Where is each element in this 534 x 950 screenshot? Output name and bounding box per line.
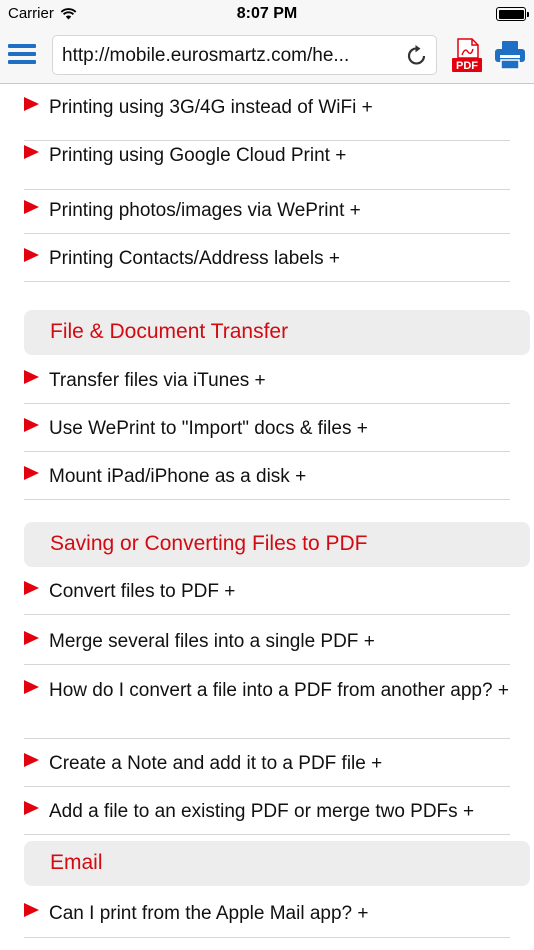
list-item[interactable]: Add a file to an existing PDF or merge t…: [24, 799, 510, 835]
red-arrow-icon: [24, 581, 39, 595]
pdf-icon-label: PDF: [456, 60, 478, 72]
red-arrow-icon: [24, 200, 39, 214]
url-text: http://mobile.eurosmartz.com/he...: [62, 45, 350, 66]
red-arrow-icon: [24, 418, 39, 432]
list-item[interactable]: Merge several files into a single PDF +: [24, 629, 510, 665]
help-content: Printing using 3G/4G instead of WiFi + P…: [0, 85, 534, 950]
status-bar: Carrier 8:07 PM: [0, 0, 534, 28]
section-header-saving-pdf: Saving or Converting Files to PDF: [24, 522, 530, 567]
list-item[interactable]: Can I print from the Apple Mail app? +: [24, 901, 510, 938]
browser-toolbar: http://mobile.eurosmartz.com/he... PDF: [0, 28, 534, 84]
section-title: Saving or Converting Files to PDF: [50, 532, 368, 555]
list-item[interactable]: How do I convert a file into a PDF from …: [24, 677, 510, 739]
red-arrow-icon: [24, 97, 39, 111]
section-title: File & Document Transfer: [50, 320, 289, 343]
red-arrow-icon: [24, 903, 39, 917]
list-item[interactable]: Mount iPad/iPhone as a disk +: [24, 464, 510, 500]
red-arrow-icon: [24, 631, 39, 645]
status-time: 8:07 PM: [236, 5, 298, 22]
red-arrow-icon: [24, 466, 39, 480]
section-title: Email: [50, 851, 103, 874]
pdf-export-icon[interactable]: PDF: [452, 38, 482, 72]
list-item[interactable]: Transfer files via iTunes +: [24, 368, 510, 404]
list-item[interactable]: Printing photos/images via WePrint +: [24, 198, 510, 234]
red-arrow-icon: [24, 753, 39, 767]
hamburger-menu-icon[interactable]: [8, 42, 36, 66]
battery-icon: [496, 7, 529, 21]
list-item[interactable]: Convert files to PDF +: [24, 579, 510, 615]
list-item[interactable]: Printing Contacts/Address labels +: [24, 246, 510, 282]
red-arrow-icon: [24, 248, 39, 262]
list-item[interactable]: Printing using 3G/4G instead of WiFi +: [24, 95, 510, 141]
section-header-file-transfer: File & Document Transfer: [24, 310, 530, 355]
list-item[interactable]: Create a Note and add it to a PDF file +: [24, 751, 510, 787]
printer-icon[interactable]: [494, 40, 526, 70]
list-item[interactable]: Use WePrint to "Import" docs & files +: [24, 416, 510, 452]
reload-icon[interactable]: [404, 43, 430, 69]
red-arrow-icon: [24, 680, 39, 694]
url-field[interactable]: http://mobile.eurosmartz.com/he...: [52, 35, 437, 75]
red-arrow-icon: [24, 370, 39, 384]
red-arrow-icon: [24, 145, 39, 159]
red-arrow-icon: [24, 801, 39, 815]
section-header-email: Email: [24, 841, 530, 886]
list-item[interactable]: Printing using Google Cloud Print +: [24, 143, 510, 190]
